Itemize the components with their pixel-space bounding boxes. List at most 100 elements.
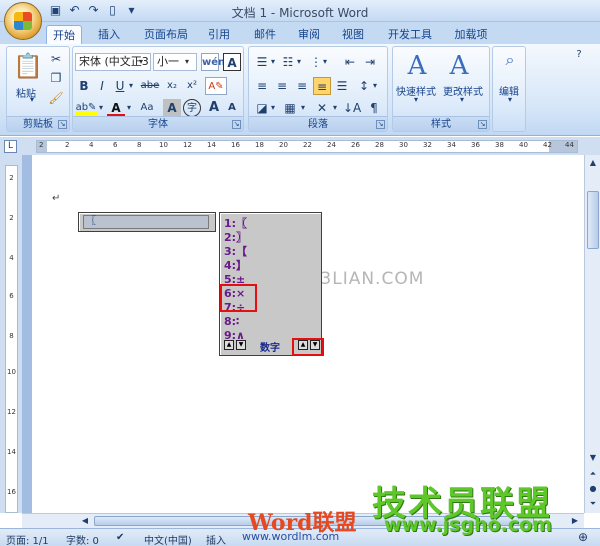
borders-dropdown-icon[interactable]: ▾ xyxy=(299,99,307,117)
borders-icon[interactable]: ▦ xyxy=(281,99,299,117)
quick-styles-icon[interactable]: A xyxy=(403,51,431,81)
ruler-tick: 22 xyxy=(303,141,312,149)
tab-mailings[interactable]: 邮件 xyxy=(248,25,282,44)
phonetic-guide-icon[interactable]: wén xyxy=(201,53,225,71)
proofing-icon[interactable]: ✔ xyxy=(116,532,124,543)
candidate-item[interactable]: 2:〗 xyxy=(224,231,247,244)
vertical-scroll-thumb[interactable] xyxy=(587,191,599,249)
help-icon[interactable]: ? xyxy=(572,46,586,60)
strikethrough-button[interactable]: abe xyxy=(139,77,161,95)
bullets-dropdown-icon[interactable]: ▾ xyxy=(269,53,277,71)
tab-developer[interactable]: 开发工具 xyxy=(382,25,438,44)
paste-icon[interactable]: 📋 xyxy=(13,51,43,81)
tab-addins[interactable]: 加载项 xyxy=(448,25,494,44)
chevron-down-icon[interactable]: ▾ xyxy=(139,55,149,69)
status-language[interactable]: 中文(中国) xyxy=(144,532,192,546)
align-center-icon[interactable]: ≡ xyxy=(273,77,291,95)
zoom-in-icon[interactable]: ⊕ xyxy=(578,530,588,544)
chinese-layout-icon[interactable]: ✕ xyxy=(311,99,333,117)
vertical-ruler[interactable]: 2 2 4 6 8 10 12 14 16 xyxy=(5,165,18,513)
font-color-dropdown-icon[interactable]: ▾ xyxy=(125,99,133,117)
tab-view[interactable]: 视图 xyxy=(336,25,370,44)
tab-insert[interactable]: 插入 xyxy=(92,25,126,44)
scroll-right-icon[interactable]: ▶ xyxy=(568,514,582,528)
change-case-button[interactable]: Aa xyxy=(135,99,159,117)
shading-dropdown-icon[interactable]: ▾ xyxy=(269,99,277,117)
candidate-item[interactable]: 4:】 xyxy=(224,259,247,272)
decrease-indent-icon[interactable]: ⇤ xyxy=(341,53,359,71)
line-spacing-dropdown-icon[interactable]: ▾ xyxy=(371,77,379,95)
scroll-down-icon[interactable]: ▼ xyxy=(586,451,600,465)
scroll-left-icon[interactable]: ◀ xyxy=(78,514,92,528)
bold-button[interactable]: B xyxy=(75,77,93,95)
status-insert[interactable]: 插入 xyxy=(206,532,226,546)
tab-references[interactable]: 引用 xyxy=(202,25,236,44)
editing-group: ⌕ 编辑 ▾ xyxy=(492,46,526,132)
highlight-dropdown-icon[interactable]: ▾ xyxy=(97,99,105,117)
char-border-icon[interactable]: A xyxy=(223,53,241,71)
distributed-icon[interactable]: ☰ xyxy=(333,77,351,95)
candidate-item[interactable]: 1:〖 xyxy=(224,217,247,230)
watermark-word-url: www.wordlm.com xyxy=(242,530,340,543)
align-right-icon[interactable]: ≡ xyxy=(293,77,311,95)
clipboard-launcher-icon[interactable]: ↘ xyxy=(58,120,67,129)
format-painter-icon[interactable]: 🖌 xyxy=(47,89,65,107)
increase-indent-icon[interactable]: ⇥ xyxy=(361,53,379,71)
italic-button[interactable]: I xyxy=(93,77,111,95)
font-name-combo[interactable]: 宋体 (中文正3 ▾ xyxy=(75,53,151,71)
page-last-icon[interactable]: ▼ xyxy=(236,340,246,350)
candidate-item[interactable]: 3:【 xyxy=(224,245,247,258)
editing-dropdown-icon[interactable]: ▾ xyxy=(505,95,515,104)
subscript-button[interactable]: x₂ xyxy=(163,77,181,95)
char-shading-icon[interactable]: A xyxy=(163,99,181,117)
justify-icon[interactable]: ≡ xyxy=(313,77,331,95)
align-left-icon[interactable]: ≡ xyxy=(253,77,271,95)
paste-dropdown-icon[interactable]: ▾ xyxy=(27,95,37,104)
superscript-button[interactable]: x² xyxy=(183,77,201,95)
show-marks-icon[interactable]: ¶ xyxy=(365,99,383,117)
binoculars-icon[interactable]: ⌕ xyxy=(500,51,520,71)
sort-icon[interactable]: ↓A xyxy=(343,99,361,117)
ruler-tick: 12 xyxy=(183,141,192,149)
watermark-jsgho-url: www.jsgho.com xyxy=(384,514,552,536)
change-styles-icon[interactable]: A xyxy=(445,51,473,81)
shrink-font-button[interactable]: A xyxy=(223,99,241,117)
vertical-scrollbar[interactable]: ▲ ▼ ⏶ ● ⏷ xyxy=(584,155,600,513)
status-words[interactable]: 字数: 0 xyxy=(66,532,99,546)
underline-dropdown-icon[interactable]: ▾ xyxy=(127,77,135,95)
font-size-combo[interactable]: 小一 ▾ xyxy=(153,53,197,71)
styles-launcher-icon[interactable]: ↘ xyxy=(478,120,487,129)
ruler-tick: 2 xyxy=(39,141,44,149)
office-button[interactable] xyxy=(4,2,42,40)
highlight-icon[interactable]: ab✎ xyxy=(75,99,97,117)
font-color-icon[interactable]: A xyxy=(107,99,125,117)
numbering-dropdown-icon[interactable]: ▾ xyxy=(295,53,303,71)
chinese-layout-dropdown-icon[interactable]: ▾ xyxy=(331,99,339,117)
page-first-icon[interactable]: ▲ xyxy=(224,340,234,350)
ime-input-field[interactable]: 〖 xyxy=(83,215,209,229)
ruler-tick: 18 xyxy=(255,141,264,149)
quick-styles-dropdown-icon[interactable]: ▾ xyxy=(411,95,421,104)
tab-selector-icon[interactable]: L xyxy=(4,140,17,153)
tab-review[interactable]: 审阅 xyxy=(292,25,326,44)
prev-page-icon[interactable]: ⏶ xyxy=(586,467,600,481)
horizontal-ruler[interactable]: 2 2 4 6 8 10 12 14 16 18 20 22 24 26 28 … xyxy=(36,140,578,153)
tab-home[interactable]: 开始 xyxy=(46,25,82,44)
candidate-item[interactable]: 8:∶ xyxy=(224,315,239,328)
cut-icon[interactable]: ✂ xyxy=(47,50,65,68)
browse-object-icon[interactable]: ● xyxy=(586,482,600,496)
tab-page-layout[interactable]: 页面布局 xyxy=(138,25,194,44)
copy-icon[interactable]: ❐ xyxy=(47,69,65,87)
status-page[interactable]: 页面: 1/1 xyxy=(6,532,49,546)
clear-format-icon[interactable]: A✎ xyxy=(205,77,227,95)
vruler-tick: 16 xyxy=(7,488,16,496)
change-styles-dropdown-icon[interactable]: ▾ xyxy=(457,95,467,104)
font-launcher-icon[interactable]: ↘ xyxy=(232,120,241,129)
next-page-icon[interactable]: ⏷ xyxy=(586,497,600,511)
chevron-down-icon[interactable]: ▾ xyxy=(185,55,195,69)
multilevel-dropdown-icon[interactable]: ▾ xyxy=(321,53,329,71)
paragraph-launcher-icon[interactable]: ↘ xyxy=(376,120,385,129)
enclose-char-icon[interactable]: 字 xyxy=(183,99,201,117)
grow-font-button[interactable]: A xyxy=(205,99,223,117)
scroll-up-icon[interactable]: ▲ xyxy=(586,156,600,170)
